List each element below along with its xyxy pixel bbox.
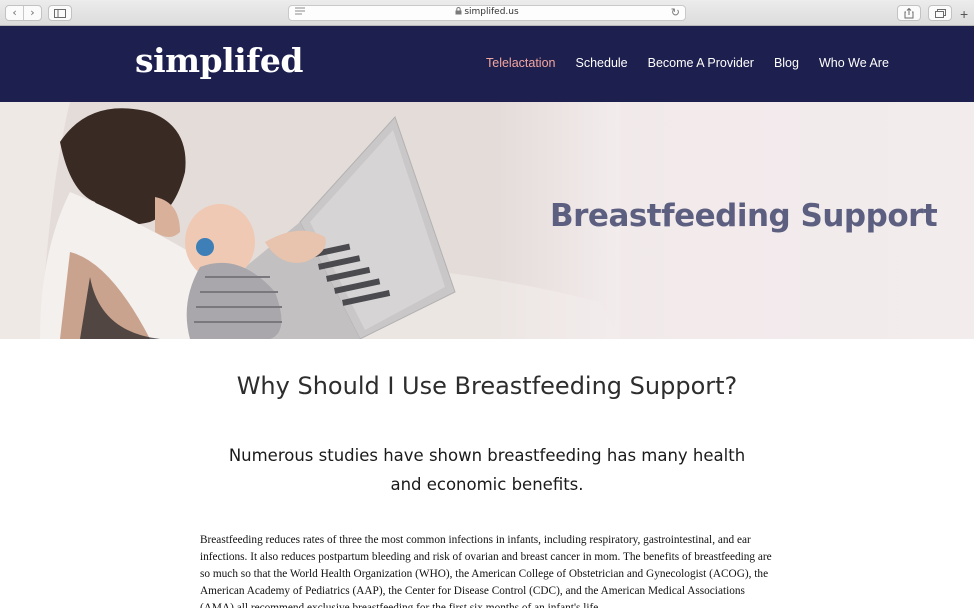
nav-link-blog[interactable]: Blog bbox=[774, 56, 799, 70]
tab-overview-button[interactable] bbox=[928, 5, 952, 21]
site-header: simplifed Telelactation Schedule Become … bbox=[0, 26, 974, 102]
back-icon[interactable]: ‹ bbox=[6, 6, 23, 20]
main-nav: Telelactation Schedule Become A Provider… bbox=[486, 56, 889, 70]
lock-icon bbox=[455, 7, 462, 15]
benefits-paragraph: Breastfeeding reduces rates of three the… bbox=[200, 534, 772, 608]
nav-link-become-a-provider[interactable]: Become A Provider bbox=[648, 56, 754, 70]
hero-title: Breastfeeding Support bbox=[550, 198, 938, 234]
tabs-icon bbox=[934, 8, 946, 18]
reload-icon[interactable]: ↻ bbox=[671, 6, 680, 19]
forward-icon[interactable]: › bbox=[24, 6, 41, 20]
section-title: Why Should I Use Breastfeeding Support? bbox=[236, 372, 738, 400]
hero-image bbox=[0, 102, 620, 339]
url-text: simplifed.us bbox=[289, 7, 685, 17]
url-label: simplifed.us bbox=[464, 7, 519, 17]
section-subtitle: Numerous studies have shown breastfeedin… bbox=[228, 446, 746, 494]
sidebar-toggle-button[interactable] bbox=[48, 5, 72, 21]
site-logo[interactable]: simplifed bbox=[135, 41, 303, 80]
share-icon bbox=[904, 7, 914, 18]
nav-link-who-we-are[interactable]: Who We Are bbox=[819, 56, 889, 70]
nav-link-schedule[interactable]: Schedule bbox=[576, 56, 628, 70]
history-nav: ‹ › bbox=[5, 5, 42, 21]
hero-banner: Breastfeeding Support bbox=[0, 102, 974, 339]
share-button[interactable] bbox=[897, 5, 921, 21]
nav-link-telelactation[interactable]: Telelactation bbox=[486, 56, 556, 70]
browser-toolbar: ‹ › simplifed.us ↻ + bbox=[0, 0, 974, 26]
new-tab-icon[interactable]: + bbox=[960, 7, 968, 21]
address-bar[interactable]: simplifed.us ↻ bbox=[288, 5, 686, 21]
sidebar-icon bbox=[54, 8, 66, 18]
